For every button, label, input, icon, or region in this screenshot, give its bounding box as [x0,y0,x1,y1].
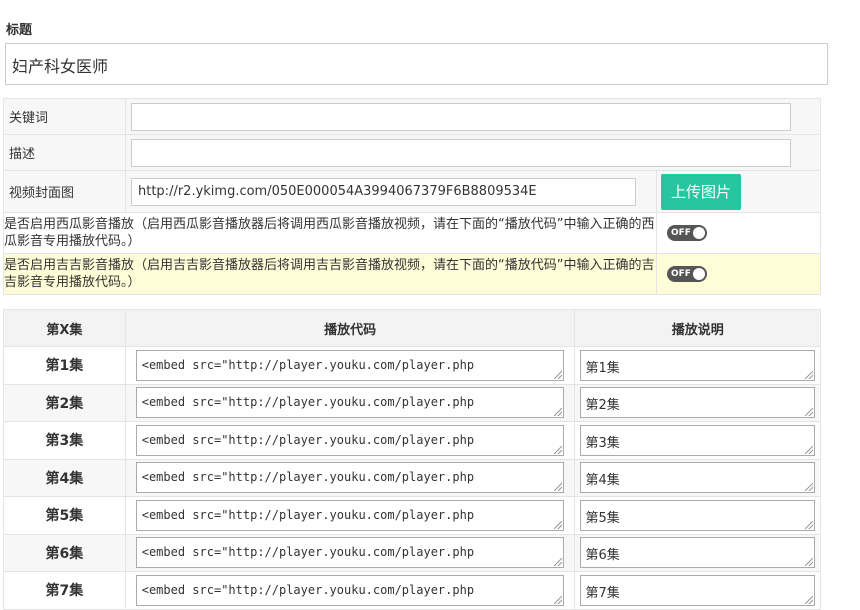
table-row: 第1集 <embed src="http://player.youku.com/… [3,346,821,385]
play-note-text: 第7集 [585,585,620,601]
jiji-label: 是否启用吉吉影音播放（启用吉吉影音播放器后将调用吉吉影音播放视频，请在下面的“播… [3,253,657,295]
resize-grip-icon[interactable] [554,558,563,567]
episode-table: 第X集 播放代码 播放说明 第1集 <embed src="http://pla… [3,309,821,610]
resize-grip-icon[interactable] [554,445,563,454]
play-note-text: 第5集 [585,510,620,526]
play-note-textarea[interactable]: 第3集 [580,424,815,456]
play-note-textarea[interactable]: 第4集 [580,462,815,494]
play-note-text: 第6集 [585,548,620,564]
resize-grip-icon[interactable] [805,520,813,529]
resize-grip-icon[interactable] [554,370,563,379]
play-code-text: <embed src="http://player.youku.com/play… [141,395,475,410]
meta-table: 关键词 描述 视频封面图 http://r2.ykimg.com/050E000… [3,98,821,295]
table-row: 第4集 <embed src="http://player.youku.com/… [3,458,821,497]
play-code-textarea[interactable]: <embed src="http://player.youku.com/play… [135,349,565,381]
play-code-text: <embed src="http://player.youku.com/play… [141,545,475,560]
xigua-toggle[interactable]: OFF [667,225,707,241]
cover-label: 视频封面图 [3,170,126,213]
play-code-textarea[interactable]: <embed src="http://player.youku.com/play… [135,499,565,531]
table-row: 第2集 <embed src="http://player.youku.com/… [3,383,821,422]
episode-header: 第X集 [3,309,126,347]
title-label: 标题 [6,23,33,38]
play-note-textarea[interactable]: 第2集 [580,387,815,419]
play-code-text: <embed src="http://player.youku.com/play… [141,507,475,522]
play-code-textarea[interactable]: <embed src="http://player.youku.com/play… [135,537,565,569]
resize-grip-icon[interactable] [554,595,563,604]
code-header: 播放代码 [124,309,576,347]
resize-grip-icon[interactable] [554,483,563,492]
play-note-textarea[interactable]: 第6集 [580,537,815,569]
episode-label: 第3集 [3,421,126,460]
play-code-text: <embed src="http://player.youku.com/play… [141,432,475,447]
note-header: 播放说明 [574,309,821,347]
play-note-textarea[interactable]: 第5集 [580,499,815,531]
cover-url-input[interactable]: http://r2.ykimg.com/050E000054A399406737… [131,177,636,206]
resize-grip-icon[interactable] [805,483,813,492]
play-code-textarea[interactable]: <embed src="http://player.youku.com/play… [135,424,565,456]
episode-label: 第5集 [3,496,126,535]
resize-grip-icon[interactable] [805,408,813,417]
toggle-off-text: OFF [671,228,691,238]
play-code-textarea[interactable]: <embed src="http://player.youku.com/play… [135,387,565,419]
episode-label: 第6集 [3,533,126,572]
keywords-input[interactable] [131,102,791,131]
episode-label: 第7集 [3,571,126,610]
play-code-textarea[interactable]: <embed src="http://player.youku.com/play… [135,462,565,494]
play-note-text: 第2集 [585,398,620,414]
episode-label: 第4集 [3,458,126,497]
resize-grip-icon[interactable] [554,520,563,529]
play-code-textarea[interactable]: <embed src="http://player.youku.com/play… [135,574,565,606]
resize-grip-icon[interactable] [554,408,563,417]
table-row: 第5集 <embed src="http://player.youku.com/… [3,496,821,535]
keywords-label: 关键词 [3,98,126,135]
episode-label: 第1集 [3,346,126,385]
description-label: 描述 [3,134,126,171]
resize-grip-icon[interactable] [805,558,813,567]
play-code-text: <embed src="http://player.youku.com/play… [141,582,475,597]
xigua-label: 是否启用西瓜影音播放（启用西瓜影音播放器后将调用西瓜影音播放视频，请在下面的“播… [3,212,657,254]
play-note-text: 第1集 [585,360,620,376]
toggle-knob [693,227,705,239]
table-row: 第7集 <embed src="http://player.youku.com/… [3,571,821,610]
toggle-knob [693,268,705,280]
table-row: 第3集 <embed src="http://player.youku.com/… [3,421,821,460]
toggle-off-text: OFF [671,269,691,279]
video-edit-form: 标题 妇产科女医师 关键词 描述 视频封面图 http://r2.ykimg.c… [0,0,860,610]
episode-label: 第2集 [3,383,126,422]
play-code-text: <embed src="http://player.youku.com/play… [141,357,475,372]
resize-grip-icon[interactable] [805,445,813,454]
title-input[interactable]: 妇产科女医师 [5,43,828,85]
play-note-text: 第4集 [585,473,620,489]
jiji-toggle[interactable]: OFF [667,266,707,282]
resize-grip-icon[interactable] [805,595,813,604]
upload-image-button[interactable]: 上传图片 [661,173,741,210]
description-input[interactable] [131,138,791,167]
resize-grip-icon[interactable] [805,370,813,379]
play-note-textarea[interactable]: 第7集 [580,574,815,606]
play-code-text: <embed src="http://player.youku.com/play… [141,470,475,485]
play-note-text: 第3集 [585,435,620,451]
table-row: 第6集 <embed src="http://player.youku.com/… [3,533,821,572]
play-note-textarea[interactable]: 第1集 [580,349,815,381]
